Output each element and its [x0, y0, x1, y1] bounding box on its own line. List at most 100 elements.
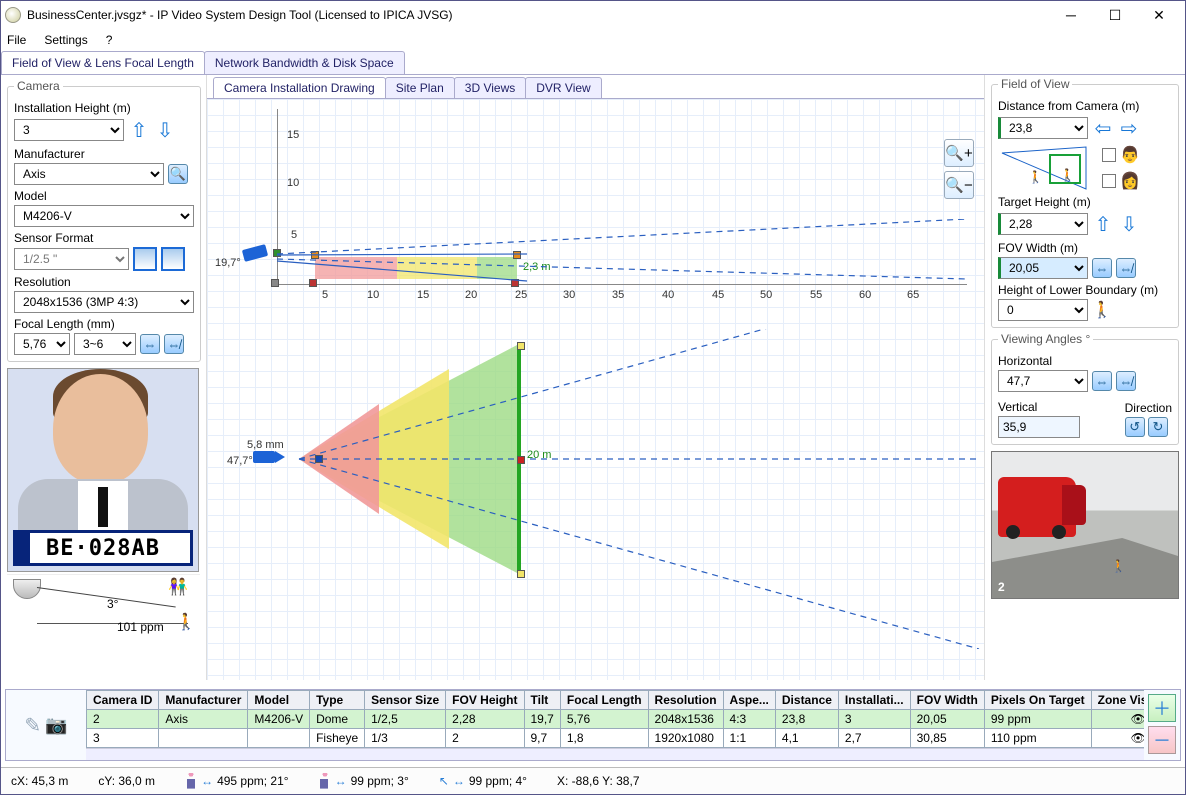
visibility-icon[interactable]: 👁: [1131, 731, 1144, 745]
v-angle-field: [998, 416, 1080, 438]
target2-checkbox[interactable]: [1102, 174, 1116, 188]
th-up[interactable]: ⇧: [1092, 211, 1114, 237]
fov-diagram-icon: 🚶🚶: [998, 145, 1094, 191]
menu-bar: File Settings ?: [1, 29, 1185, 51]
visibility-icon[interactable]: 👁: [1131, 712, 1144, 726]
table-h-scrollbar[interactable]: [86, 748, 1144, 760]
fw-in-icon[interactable]: ⇔: [1092, 258, 1112, 278]
model-select[interactable]: M4206-V: [14, 205, 194, 227]
status-ppm2: 99 ppm; 3°: [351, 774, 409, 788]
h-in-icon[interactable]: ⇔: [1092, 371, 1112, 391]
pencil-icon[interactable]: ✎: [24, 713, 41, 738]
subtab-dvr-view[interactable]: DVR View: [525, 77, 601, 98]
hlb-label: Height of Lower Boundary (m): [998, 283, 1172, 297]
v-angle-label: Vertical: [998, 400, 1080, 414]
focal-select[interactable]: 5,76: [14, 333, 70, 355]
camera-panel: Camera Installation Height (m) 3 ⇧ ⇩ Man…: [1, 75, 206, 680]
drawing-canvas[interactable]: 🔍+ 🔍− 15 10 5 5101520253035404550556065 …: [207, 99, 984, 680]
woman-icon: 👩: [1120, 171, 1140, 191]
person-icon: 🚶: [176, 612, 196, 632]
table-row[interactable]: 3Fisheye1/329,71,81920x10801:14,12,730,8…: [87, 729, 1145, 748]
subtab-site-plan[interactable]: Site Plan: [385, 77, 455, 98]
direction-label: Direction: [1125, 401, 1172, 415]
focal-out-icon[interactable]: ⇎: [164, 334, 184, 354]
focal-in-icon[interactable]: ⇔: [140, 334, 160, 354]
zoom-in-button[interactable]: 🔍+: [944, 139, 974, 167]
mfr-label: Manufacturer: [14, 147, 194, 161]
sensor-label: Sensor Format: [14, 231, 194, 245]
rotate-cw-icon[interactable]: ↻: [1148, 417, 1168, 437]
add-row-button[interactable]: ＋: [1148, 694, 1176, 722]
th-down[interactable]: ⇩: [1118, 211, 1140, 237]
rotate-ccw-icon[interactable]: ↺: [1125, 417, 1145, 437]
camera-preview: BE·028AB: [7, 368, 199, 572]
install-height-label: Installation Height (m): [14, 101, 194, 115]
fov-panel: Field of View Distance from Camera (m) 2…: [985, 75, 1185, 680]
3d-camera-number: 2: [998, 580, 1005, 594]
h-angle-select[interactable]: 47,7: [998, 370, 1088, 392]
mfr-search-icon[interactable]: 🔍: [168, 164, 188, 184]
hlb-select[interactable]: 0: [998, 299, 1088, 321]
sensor-select[interactable]: 1/2.5 ": [14, 248, 129, 270]
h-angle-label: Horizontal: [998, 354, 1172, 368]
sensor-thumb-2[interactable]: [161, 247, 185, 271]
status-bar: cX: 45,3 m cY: 36,0 m ↔495 ppm; 21° ↔99 …: [1, 767, 1185, 794]
sensor-thumb-1[interactable]: [133, 247, 157, 271]
menu-file[interactable]: File: [7, 33, 26, 47]
distance-dec[interactable]: ⇦: [1092, 115, 1114, 141]
install-height-down[interactable]: ⇩: [154, 117, 176, 143]
app-icon: [5, 7, 21, 23]
license-plate: BE·028AB: [13, 530, 193, 566]
h-out-icon[interactable]: ⇎: [1116, 371, 1136, 391]
model-label: Model: [14, 189, 194, 203]
people-icon: 👫: [168, 577, 188, 597]
side-angle-label: 19,7°: [215, 257, 241, 269]
boundary-icon: 🚶: [1092, 300, 1112, 320]
remove-row-button[interactable]: －: [1148, 726, 1176, 754]
fw-out-icon[interactable]: ⇎: [1116, 258, 1136, 278]
mfr-select[interactable]: Axis: [14, 163, 164, 185]
menu-help[interactable]: ?: [106, 33, 113, 47]
camera-tool-icon[interactable]: 📷: [45, 715, 67, 736]
person-icon: [319, 773, 331, 789]
3d-preview[interactable]: 🚶 2: [991, 451, 1179, 599]
distance-select[interactable]: 23,8: [998, 117, 1088, 139]
install-height-up[interactable]: ⇧: [128, 117, 150, 143]
person-icon: [185, 773, 197, 789]
ppm-value: 101 ppm: [117, 620, 164, 634]
install-height-select[interactable]: 3: [14, 119, 124, 141]
minimize-button[interactable]: ─: [1049, 1, 1093, 29]
menu-settings[interactable]: Settings: [44, 33, 87, 47]
table-header-row: Camera IDManufacturerModelTypeSensor Siz…: [87, 691, 1145, 710]
subtab-3d-views[interactable]: 3D Views: [454, 77, 526, 98]
subtab-camera-drawing[interactable]: Camera Installation Drawing: [213, 77, 386, 98]
status-xy: X: -88,6 Y: 38,7: [557, 774, 640, 788]
cursor-icon: ↖: [439, 774, 449, 788]
camera-table[interactable]: Camera IDManufacturerModelTypeSensor Siz…: [86, 690, 1144, 748]
angle-diagram: 👫 3° 101 ppm 🚶: [7, 574, 200, 632]
status-ppm1: 495 ppm; 21°: [217, 774, 289, 788]
zoom-out-button[interactable]: 🔍−: [944, 171, 974, 199]
target-height-select[interactable]: 2,28: [998, 213, 1088, 235]
dome-camera-icon: [13, 579, 41, 599]
target1-checkbox[interactable]: [1102, 148, 1116, 162]
distance-inc[interactable]: ⇨: [1118, 115, 1140, 141]
tab-network[interactable]: Network Bandwidth & Disk Space: [204, 51, 405, 74]
fw-label: FOV Width (m): [998, 241, 1172, 255]
tab-fov-lens[interactable]: Field of View & Lens Focal Length: [1, 51, 205, 74]
maximize-button[interactable]: ☐: [1093, 1, 1137, 29]
th-label: Target Height (m): [998, 195, 1172, 209]
camera-legend: Camera: [14, 79, 63, 93]
close-button[interactable]: ✕: [1137, 1, 1181, 29]
fov-width-select[interactable]: 20,05: [998, 257, 1088, 279]
status-cy: cY: 36,0 m: [98, 774, 155, 788]
focal-range-select[interactable]: 3~6: [74, 333, 136, 355]
svg-text:🚶: 🚶: [1060, 168, 1075, 182]
resolution-select[interactable]: 2048x1536 (3MP 4:3): [14, 291, 194, 313]
drawing-panel: Camera Installation Drawing Site Plan 3D…: [206, 75, 985, 680]
table-row[interactable]: 2AxisM4206-VDome1/2,52,2819,75,762048x15…: [87, 710, 1145, 729]
main-tabs: Field of View & Lens Focal Length Networ…: [1, 51, 1185, 75]
title-bar: BusinessCenter.jvsgz* - IP Video System …: [1, 1, 1185, 29]
top-hfov-label: 47,7°: [227, 455, 253, 467]
resolution-label: Resolution: [14, 275, 194, 289]
